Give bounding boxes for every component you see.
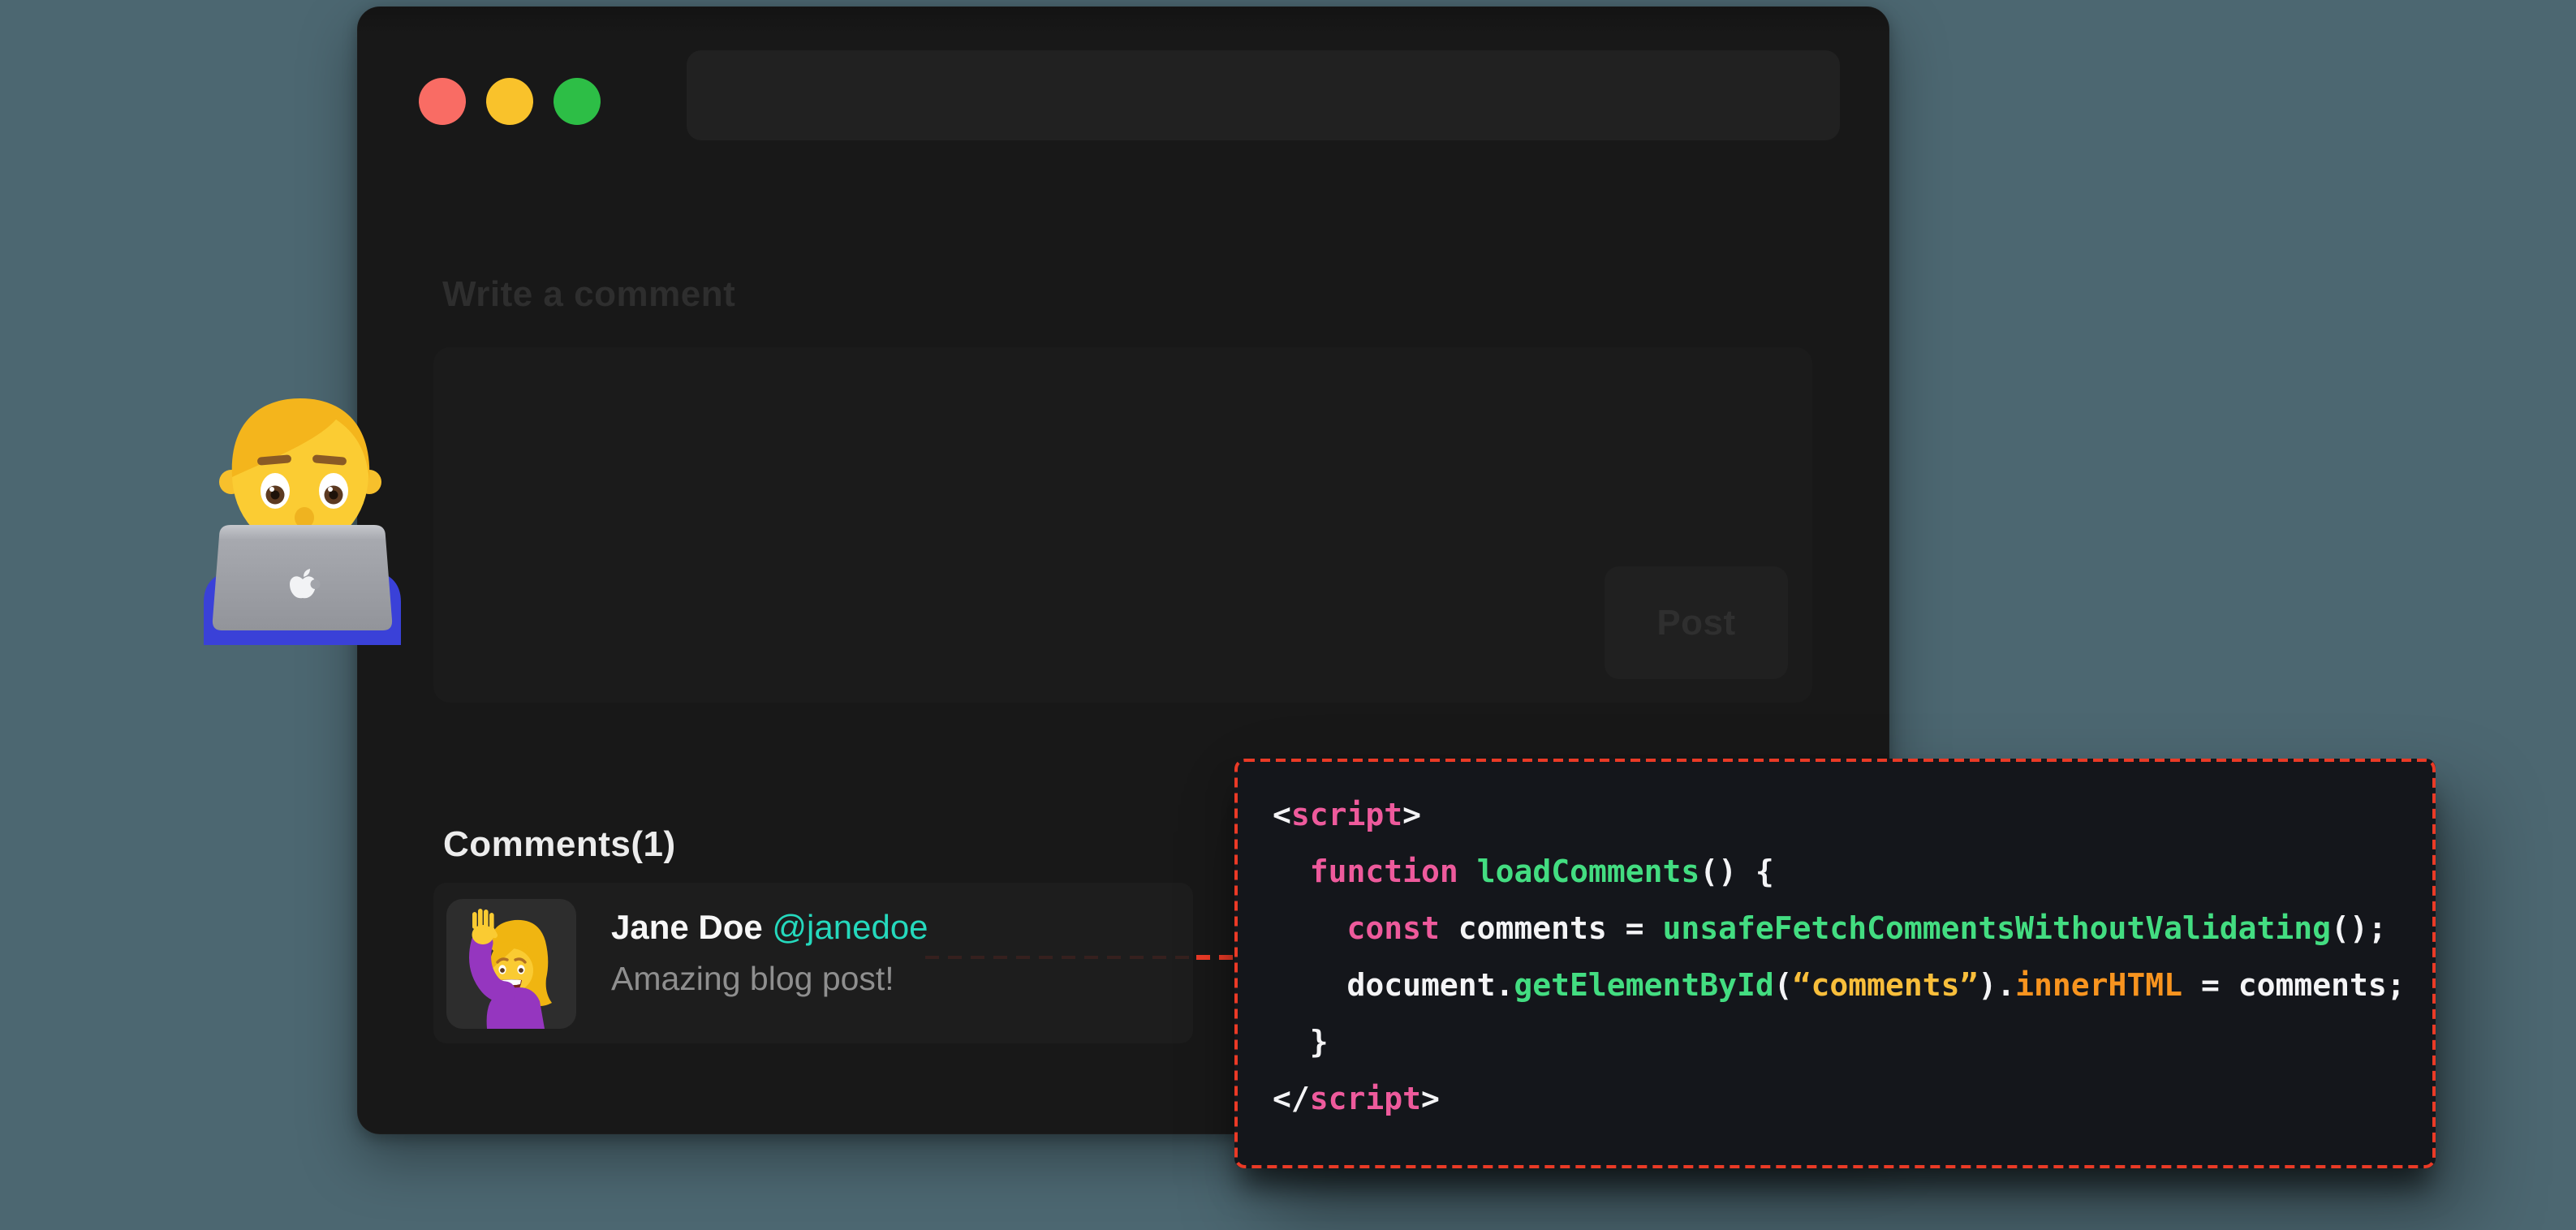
maximize-window-button[interactable] — [554, 78, 601, 125]
woman-raising-hand-emoji — [446, 899, 576, 1029]
window-controls — [419, 78, 601, 125]
code-line: <script> — [1273, 786, 2436, 843]
comment-card: Jane Doe @janedoe Amazing blog post! — [433, 883, 1193, 1043]
comments-heading: Comments(1) — [443, 824, 676, 865]
code-listing: <script> function loadComments() { const… — [1273, 786, 2436, 1127]
connector-line-faint — [925, 956, 1193, 959]
code-line: </script> — [1273, 1070, 2436, 1127]
code-snippet-overlay: <script> function loadComments() { const… — [1234, 759, 2436, 1168]
code-line: function loadComments() { — [1273, 843, 2436, 900]
comment-form-label: Write a comment — [442, 274, 735, 315]
comment-textarea[interactable]: Post — [433, 347, 1812, 703]
comment-handle[interactable]: @janedoe — [772, 908, 928, 946]
code-line: } — [1273, 1013, 2436, 1070]
comment-text: Amazing blog post! — [611, 962, 928, 996]
man-technologist-emoji — [191, 381, 414, 645]
code-line: const comments = unsafeFetchCommentsWith… — [1273, 900, 2436, 957]
connector-line — [1196, 955, 1234, 960]
avatar — [446, 899, 576, 1029]
address-bar[interactable] — [687, 50, 1840, 140]
comment-author: Jane Doe — [611, 908, 763, 946]
close-window-button[interactable] — [419, 78, 466, 125]
code-line: document.getElementById(“comments”).inne… — [1273, 957, 2436, 1013]
post-button[interactable]: Post — [1605, 566, 1788, 679]
minimize-window-button[interactable] — [486, 78, 533, 125]
